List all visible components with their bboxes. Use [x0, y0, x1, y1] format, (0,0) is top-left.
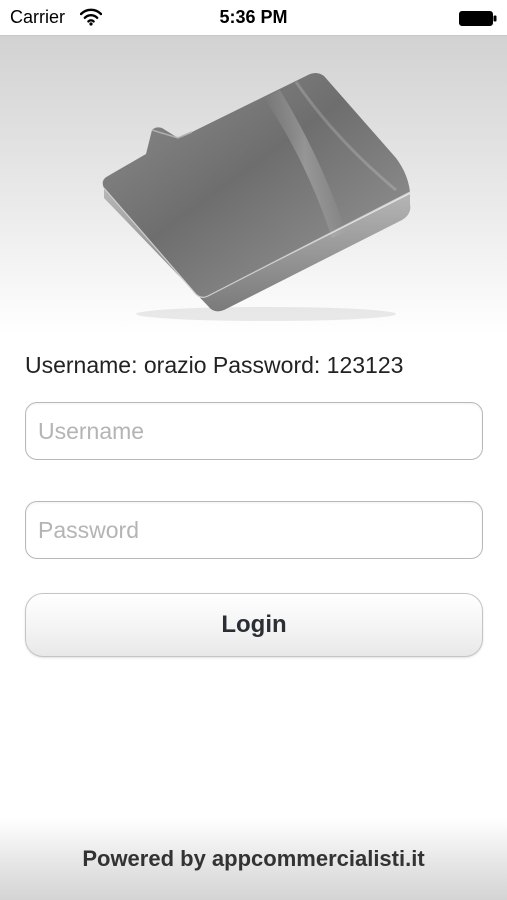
username-input[interactable]: [25, 402, 483, 460]
status-time: 5:36 PM: [219, 7, 288, 27]
hero-banner: [0, 36, 507, 336]
status-bar: Carrier 5:36 PM: [0, 0, 507, 36]
footer: Powered by appcommercialisti.it: [0, 818, 507, 900]
login-button[interactable]: Login: [25, 593, 483, 657]
password-input[interactable]: [25, 501, 483, 559]
battery-icon: [459, 11, 497, 26]
credentials-hint: Username: orazio Password: 123123: [25, 352, 404, 378]
folder-icon: [102, 73, 411, 321]
footer-credit: Powered by appcommercialisti.it: [82, 846, 425, 871]
